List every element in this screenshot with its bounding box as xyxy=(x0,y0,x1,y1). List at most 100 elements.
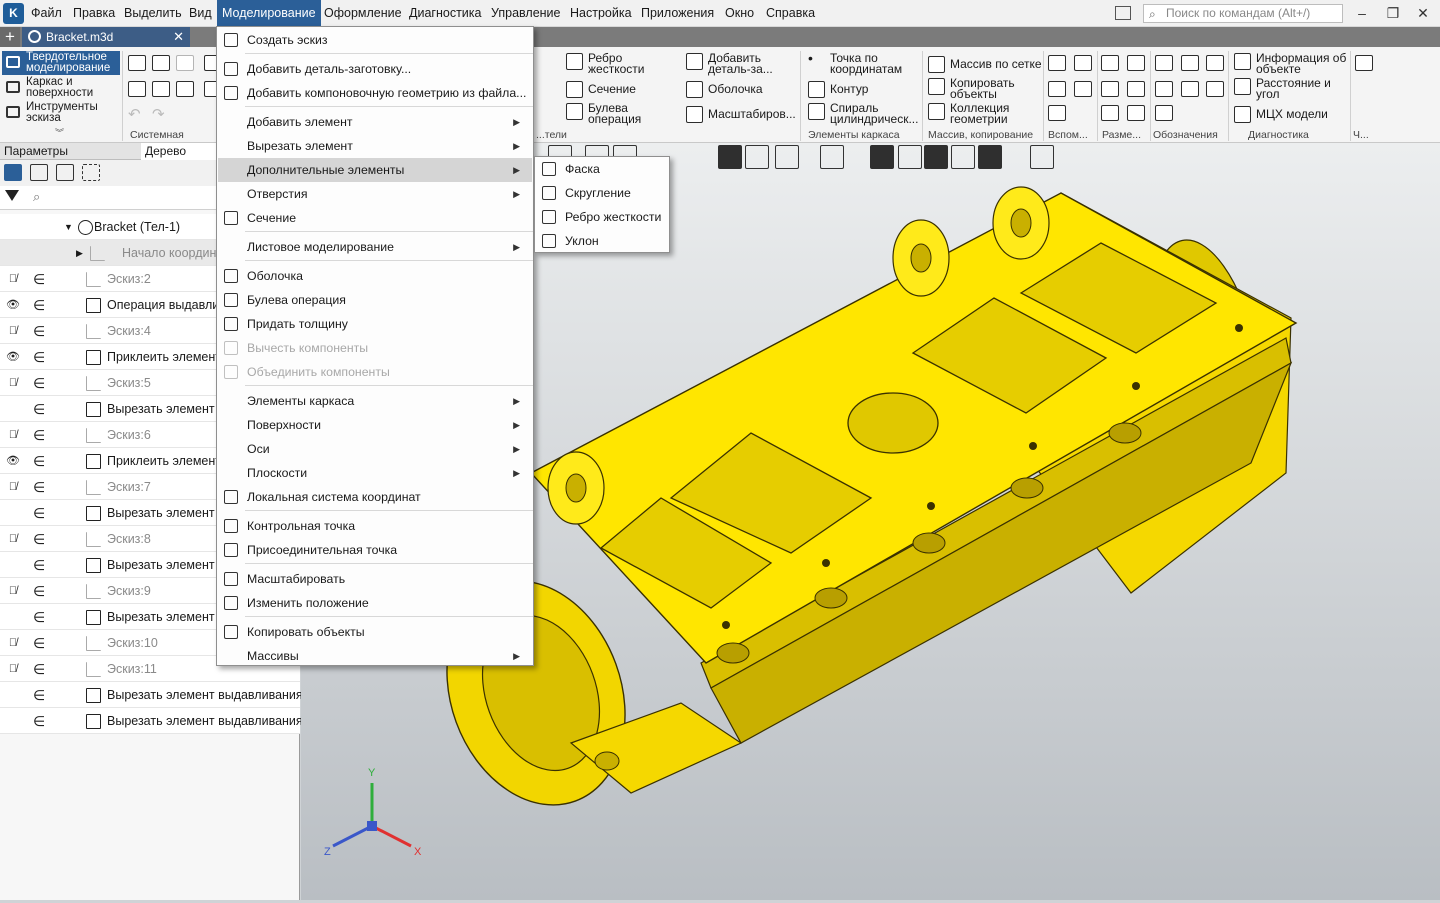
dimension-icon[interactable] xyxy=(1127,55,1145,71)
menu-edit[interactable]: Правка xyxy=(68,0,120,27)
menu-item[interactable]: Оболочка xyxy=(218,264,532,288)
menu-view[interactable]: Вид xyxy=(184,0,217,27)
tab-tree[interactable]: Дерево xyxy=(141,143,216,160)
preview-icon[interactable] xyxy=(152,81,170,97)
menu-file[interactable]: Файл xyxy=(26,0,67,27)
menu-item[interactable]: Булева операция xyxy=(218,288,532,312)
menu-item[interactable]: Присоединительная точка xyxy=(218,538,532,562)
tree-row[interactable]: ∈ Вырезать элемент выдавливания:7 xyxy=(0,682,313,708)
ribbon-rib-button[interactable]: Ребро жесткости xyxy=(566,52,648,75)
menu-item[interactable]: Вырезать элемент ▶ xyxy=(218,134,532,158)
designation-icon[interactable] xyxy=(1155,105,1173,121)
perspective-icon[interactable] xyxy=(924,145,948,169)
ribbon-scale-button[interactable]: Масштабиров... xyxy=(686,106,796,123)
submenu-draft[interactable]: Уклон xyxy=(536,229,668,253)
ribbon-boolean-button[interactable]: Булева операция xyxy=(566,102,648,125)
menu-help[interactable]: Справка xyxy=(761,0,820,27)
hidden-eye-icon[interactable]: 👁̸ xyxy=(4,324,22,338)
ribbon-mass-properties-button[interactable]: МЦХ модели xyxy=(1234,106,1328,123)
print-icon[interactable] xyxy=(128,81,146,97)
hidden-eye-icon[interactable]: 👁̸ xyxy=(4,480,22,494)
submenu-chamfer[interactable]: Фаска xyxy=(536,157,668,181)
ribbon-grid-array-button[interactable]: Массив по сетке xyxy=(928,56,1042,73)
visible-eye-icon[interactable]: 👁 xyxy=(4,350,22,364)
menu-item[interactable]: Добавить компоновочную геометрию из файл… xyxy=(218,81,532,105)
mode-wireframe-surfaces[interactable]: Каркас и поверхности xyxy=(2,76,120,100)
menu-item[interactable]: Дополнительные элементы ▶ xyxy=(218,158,532,182)
menu-modeling[interactable]: Моделирование xyxy=(217,0,321,27)
dimension-icon[interactable] xyxy=(1101,55,1119,71)
visibility-icon[interactable] xyxy=(820,145,844,169)
tab-parameters[interactable]: Параметры xyxy=(0,143,140,160)
menu-item[interactable]: Добавить элемент ▶ xyxy=(218,110,532,134)
menu-item[interactable]: Контрольная точка xyxy=(218,514,532,538)
hidden-eye-icon[interactable]: 👁̸ xyxy=(4,532,22,546)
menu-item[interactable]: Вычесть компоненты xyxy=(218,336,532,360)
menu-management[interactable]: Управление xyxy=(486,0,566,27)
menu-item[interactable]: Изменить положение xyxy=(218,591,532,615)
menu-item[interactable]: Элементы каркаса ▶ xyxy=(218,389,532,413)
close-tab-icon[interactable]: ✕ xyxy=(173,27,184,47)
search-icon[interactable]: ⌕ xyxy=(33,189,40,205)
menu-item[interactable]: Массивы ▶ xyxy=(218,644,532,668)
undo-icon[interactable]: ↶ xyxy=(128,105,141,123)
wireframe-view-icon[interactable] xyxy=(745,145,769,169)
designation-icon[interactable] xyxy=(1206,55,1224,71)
designation-icon[interactable] xyxy=(1155,81,1173,97)
extra-icon[interactable] xyxy=(1355,55,1373,71)
ribbon-add-part-button[interactable]: Добавить деталь-за... xyxy=(686,52,780,75)
designation-icon[interactable] xyxy=(1155,55,1173,71)
menu-item[interactable]: Объединить компоненты xyxy=(218,360,532,384)
minimize-button[interactable]: – xyxy=(1350,2,1374,24)
submenu-rib[interactable]: Ребро жесткости xyxy=(536,205,668,229)
hidden-eye-icon[interactable]: 👁̸ xyxy=(4,376,22,390)
tree-list-icon[interactable] xyxy=(30,164,48,181)
designation-icon[interactable] xyxy=(1181,55,1199,71)
tree-component-icon[interactable] xyxy=(56,164,74,181)
dimension-icon[interactable] xyxy=(1127,105,1145,121)
command-search-input[interactable]: ⌕ Поиск по командам (Alt+/) xyxy=(1143,4,1343,23)
save-icon[interactable] xyxy=(176,55,194,71)
aux-icon[interactable] xyxy=(1074,81,1092,97)
menu-design[interactable]: Оформление xyxy=(319,0,407,27)
menu-item[interactable]: Масштабировать xyxy=(218,567,532,591)
tree-select-icon[interactable] xyxy=(82,164,100,181)
redo-icon[interactable]: ↷ xyxy=(152,105,165,123)
menu-item[interactable]: Плоскости ▶ xyxy=(218,461,532,485)
menu-select[interactable]: Выделить xyxy=(119,0,187,27)
menu-item[interactable]: Локальная система координат xyxy=(218,485,532,509)
aux-icon[interactable] xyxy=(1048,55,1066,71)
ribbon-point-by-coords-button[interactable]: • Точка по координатам xyxy=(808,51,908,75)
visible-eye-icon[interactable]: 👁 xyxy=(4,298,22,312)
menu-item[interactable]: Создать эскиз xyxy=(218,28,532,52)
shaded-view-icon[interactable] xyxy=(718,145,742,169)
aux-icon[interactable] xyxy=(1048,105,1066,121)
measure-icon[interactable] xyxy=(1030,145,1054,169)
layers-icon[interactable] xyxy=(951,145,975,169)
menu-settings[interactable]: Настройка xyxy=(565,0,637,27)
close-window-button[interactable]: ✕ xyxy=(1411,2,1435,24)
expand-toggle-icon[interactable]: ▼ xyxy=(64,214,73,240)
ribbon-geometry-collection-button[interactable]: Коллекция геометрии xyxy=(928,102,1022,125)
ribbon-object-info-button[interactable]: Информация об объекте xyxy=(1234,52,1352,75)
properties-icon[interactable] xyxy=(176,81,194,97)
menu-item[interactable]: Отверстия ▶ xyxy=(218,182,532,206)
menu-item[interactable]: Поверхности ▶ xyxy=(218,413,532,437)
ribbon-distance-angle-button[interactable]: Расстояние и угол xyxy=(1234,77,1346,100)
hide-icon[interactable] xyxy=(775,145,799,169)
filter-icon[interactable] xyxy=(5,190,19,201)
designation-icon[interactable] xyxy=(1181,81,1199,97)
ribbon-section-button[interactable]: Сечение xyxy=(566,81,636,98)
ribbon-spiral-button[interactable]: Спираль цилиндрическ... xyxy=(808,102,922,125)
menu-item[interactable]: Сечение xyxy=(218,206,532,230)
aux-icon[interactable] xyxy=(1074,55,1092,71)
new-document-button[interactable]: + xyxy=(0,27,20,47)
panel-toggle-icon[interactable] xyxy=(1115,6,1131,20)
hidden-eye-icon[interactable]: 👁̸ xyxy=(4,662,22,676)
ribbon-copy-objects-button[interactable]: Копировать объекты xyxy=(928,77,1022,100)
expand-chevron-icon[interactable]: ︾ xyxy=(55,126,64,139)
tree-row[interactable]: ∈ Вырезать элемент выдавливания:8 xyxy=(0,708,313,734)
hidden-eye-icon[interactable]: 👁̸ xyxy=(4,584,22,598)
menu-applications[interactable]: Приложения xyxy=(636,0,719,27)
ribbon-shell-button[interactable]: Оболочка xyxy=(686,81,763,98)
